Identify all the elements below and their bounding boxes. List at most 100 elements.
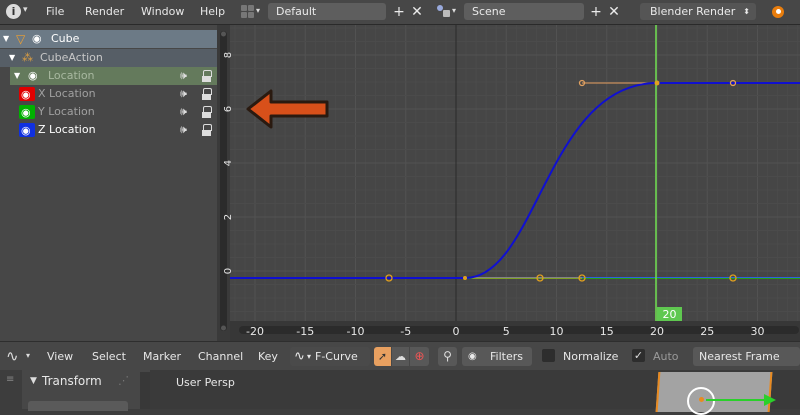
eye-icon[interactable]: ◉ (21, 122, 31, 140)
speaker-icon[interactable]: 🕪 (180, 67, 187, 85)
render-engine-select[interactable]: Blender Render ⬍ (640, 3, 756, 20)
tool-properties-panel: ≡ ▼ Transform ⋰ (0, 370, 150, 411)
menu-channel[interactable]: Channel (198, 350, 243, 363)
panel-grip-icon: ≡ (6, 374, 15, 385)
lifebuoy-icon[interactable]: ⊕ (410, 347, 429, 366)
scene-field[interactable]: Scene (464, 3, 584, 20)
chevron-down-icon[interactable]: ▾ (256, 6, 260, 15)
object-icon: ▽ (16, 32, 26, 46)
fcurve-label: Z Location (38, 123, 96, 136)
channel-object-row[interactable]: ▼ ▽ ◉ Cube (0, 30, 217, 48)
menu-marker[interactable]: Marker (143, 350, 181, 363)
filters-button[interactable]: ◉ Filters (462, 347, 532, 366)
normalize-label: Normalize (563, 350, 619, 363)
graph-editor-canvas[interactable]: -20 -15 -10 -5 0 5 10 15 20 25 30 86420 20 (217, 25, 800, 341)
keyframe-point (463, 276, 467, 280)
menu-render[interactable]: Render (85, 5, 124, 18)
channel-fcurve-row[interactable]: ◉ Z Location 🕪 (0, 121, 217, 139)
auto-checkbox[interactable]: ✓ (632, 349, 645, 362)
screen-layout-field[interactable]: Default (268, 3, 386, 20)
keyframe-point (654, 80, 660, 86)
speaker-icon[interactable]: 🕪 (180, 85, 187, 103)
lock-icon[interactable] (202, 124, 212, 136)
transform-field[interactable] (28, 401, 128, 411)
3d-viewport[interactable]: User Persp (150, 370, 800, 415)
snap-label: Nearest Frame (699, 350, 780, 363)
eye-icon[interactable]: ◉ (28, 67, 38, 85)
x-tick-label: -10 (347, 325, 365, 338)
y-tick-label: 8 (223, 52, 234, 58)
x-tick-label: -20 (246, 325, 264, 338)
menu-help[interactable]: Help (200, 5, 225, 18)
chevron-updown-icon: ⬍ (743, 7, 750, 16)
close-screen-icon[interactable]: ✕ (407, 3, 427, 21)
snap-select[interactable]: Nearest Frame (693, 347, 800, 366)
disclosure-triangle-icon[interactable]: ▼ (9, 49, 15, 67)
screen-layout-icon[interactable] (241, 5, 254, 18)
speaker-icon[interactable]: 🕪 (180, 121, 187, 139)
chevron-down-icon[interactable]: ▾ (26, 351, 30, 360)
y-tick-label: 2 (223, 214, 234, 220)
filter-icon: ◉ (468, 351, 477, 362)
x-tick-label: 0 (453, 325, 460, 338)
x-tick-label: 20 (650, 325, 664, 338)
action-icon: ⁂ (22, 51, 33, 64)
channel-fcurve-row[interactable]: ◉ X Location 🕪 (0, 85, 217, 103)
add-screen-icon[interactable]: + (389, 3, 409, 21)
top-info-bar: i ▾ File Render Window Help ▾ Default + … (0, 0, 800, 25)
group-name-label: Location (48, 69, 95, 82)
eye-icon[interactable]: ◉ (21, 86, 31, 104)
transform-axis-x-icon[interactable] (706, 399, 766, 401)
graph-svg[interactable]: -20 -15 -10 -5 0 5 10 15 20 25 30 86420 20 (217, 25, 800, 341)
channel-group-row[interactable]: ▼ ◉ Location 🕪 (10, 67, 217, 85)
channel-list: ▼ ▽ ◉ Cube ▼ ⁂ CubeAction ▼ ◉ Location 🕪… (0, 25, 217, 341)
left-arrow-icon (246, 89, 329, 129)
filters-label: Filters (490, 350, 523, 363)
disclosure-triangle-icon[interactable]: ▼ (30, 376, 37, 386)
fcurve-label: Y Location (38, 105, 95, 118)
speaker-icon[interactable]: 🕪 (180, 103, 187, 121)
channel-fcurve-row[interactable]: ◉ Y Location 🕪 (0, 103, 217, 121)
menu-view[interactable]: View (47, 350, 73, 363)
lock-icon[interactable] (202, 88, 212, 100)
normalize-checkbox[interactable] (542, 349, 555, 362)
transform-panel-title[interactable]: Transform (42, 374, 102, 388)
lock-icon[interactable] (202, 106, 212, 118)
close-scene-icon[interactable]: ✕ (604, 3, 624, 21)
menu-file[interactable]: File (46, 5, 64, 18)
y-tick-label: 4 (223, 160, 234, 166)
only-selected-icon[interactable]: ➚ (374, 347, 391, 366)
eye-icon[interactable]: ◉ (32, 30, 42, 48)
panel-drag-icon[interactable]: ⋰ (118, 374, 129, 387)
arrow-head-icon (764, 394, 776, 406)
y-tick-label: 6 (223, 106, 234, 112)
lock-icon[interactable] (202, 70, 212, 82)
channel-action-row[interactable]: ▼ ⁂ CubeAction (0, 49, 217, 67)
menu-select[interactable]: Select (92, 350, 126, 363)
disclosure-triangle-icon[interactable]: ▼ (14, 67, 20, 85)
editor-type-chevron-icon[interactable]: ▾ (23, 5, 28, 15)
graph-editor-icon[interactable]: ∿ (6, 347, 28, 365)
x-tick-label: 10 (550, 325, 564, 338)
x-tick-label: -15 (296, 325, 314, 338)
current-frame-label: 20 (663, 308, 677, 321)
menu-key[interactable]: Key (258, 350, 278, 363)
vertical-scrollbar[interactable] (220, 31, 227, 331)
scene-icon[interactable] (437, 5, 450, 18)
horizontal-scrollbar[interactable] (239, 326, 799, 334)
graph-editor-header: ∿ ▾ View Select Marker Channel Key ∿ ▾ F… (0, 341, 800, 371)
info-editor-icon[interactable]: i (6, 4, 21, 19)
chevron-down-icon[interactable]: ▾ (452, 6, 456, 15)
panel-divider (140, 372, 150, 409)
mode-select[interactable]: ∿ ▾ F-Curve (290, 347, 370, 366)
render-engine-label: Blender Render (650, 5, 736, 18)
disclosure-triangle-icon[interactable]: ▼ (3, 30, 9, 48)
menu-window[interactable]: Window (141, 5, 184, 18)
add-scene-icon[interactable]: + (586, 3, 606, 21)
eye-icon[interactable]: ◉ (21, 104, 31, 122)
y-tick-label: 0 (223, 268, 234, 274)
search-icon[interactable]: ⚲ (438, 347, 457, 366)
ghost-icon[interactable]: ☁ (392, 347, 409, 366)
fcurve-icon: ∿ (294, 349, 305, 364)
blender-logo-icon (770, 4, 786, 19)
